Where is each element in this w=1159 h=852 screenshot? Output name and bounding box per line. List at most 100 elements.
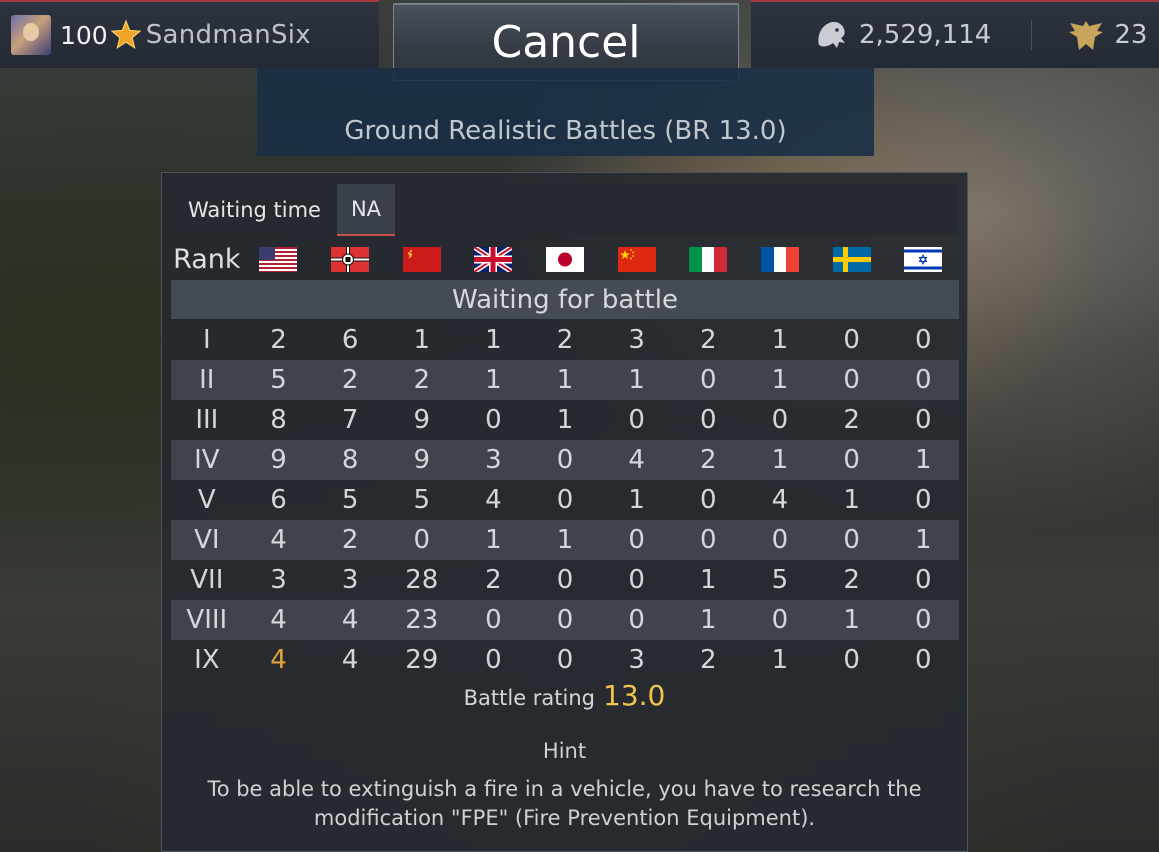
currency-bar: 2,529,114 23 (751, 0, 1159, 68)
count-cell: 2 (270, 325, 287, 355)
count-cell: 28 (405, 565, 439, 595)
count-cell: 0 (843, 525, 860, 555)
hint-title: Hint (542, 739, 587, 763)
count-cell: 1 (556, 365, 574, 395)
mode-title: Ground Realistic Battles (BR 13.0) (344, 116, 787, 146)
israel-flag-icon (904, 246, 943, 272)
rank-header: Rank (173, 243, 241, 275)
count-cell: 0 (628, 405, 645, 435)
waiting-status: Waiting for battle (171, 280, 959, 319)
count-cell: 9 (413, 405, 431, 435)
count-cell: 1 (628, 485, 645, 515)
usa-flag-icon (259, 246, 298, 272)
france-flag-icon (760, 246, 799, 272)
count-cell: 3 (341, 565, 359, 595)
count-cell: 9 (413, 445, 431, 475)
count-cell: 6 (341, 325, 359, 355)
count-cell: 0 (628, 525, 645, 555)
mode-banner: Ground Realistic Battles (BR 13.0) (257, 68, 874, 156)
rank-label: VII (190, 565, 224, 595)
count-cell: 29 (405, 645, 439, 675)
lion-icon (818, 21, 845, 48)
count-cell: 6 (270, 485, 287, 515)
count-cell: 1 (771, 365, 789, 395)
rank-label: III (195, 405, 219, 435)
table-row: V 6 5 5 4 0 1 0 4 1 0 (171, 480, 959, 520)
count-cell: 0 (485, 405, 502, 435)
table-row: VIII 4 4 23 0 0 0 1 0 1 0 (171, 600, 959, 640)
count-cell: 0 (843, 645, 860, 675)
count-cell: 2 (341, 365, 359, 395)
eagles-balance: 23 (1114, 20, 1148, 50)
tab-waiting-time[interactable]: Waiting time (171, 184, 337, 236)
count-cell: 0 (413, 525, 431, 555)
count-cell: 0 (700, 525, 717, 555)
eagle-icon (1069, 21, 1104, 50)
count-cell: 2 (341, 525, 359, 555)
ussr-flag-icon (402, 246, 441, 272)
count-cell: 0 (556, 645, 574, 675)
count-cell: 0 (843, 445, 860, 475)
count-cell: 1 (485, 325, 502, 355)
count-cell: 0 (628, 565, 645, 595)
count-cell: 0 (485, 605, 502, 635)
count-cell: 0 (628, 605, 645, 635)
count-cell: 0 (700, 485, 717, 515)
britain-flag-icon (474, 246, 513, 272)
count-cell: 0 (556, 605, 574, 635)
count-cell: 3 (270, 565, 287, 595)
battle-rating-line: Battle rating 13.0 (162, 679, 967, 712)
count-cell: 0 (485, 645, 502, 675)
star-icon (110, 19, 142, 49)
count-cell: 2 (700, 645, 717, 675)
count-cell: 1 (843, 485, 860, 515)
count-cell-highlighted: 4 (270, 645, 287, 675)
queue-panel: Waiting time NA Rank Waiting for battle … (161, 172, 968, 852)
count-cell: 9 (270, 445, 287, 475)
rank-label: VIII (186, 605, 228, 635)
count-cell: 1 (771, 325, 789, 355)
count-cell: 2 (700, 325, 717, 355)
sweden-flag-icon (832, 246, 871, 272)
count-cell: 0 (771, 605, 789, 635)
china-flag-icon (617, 246, 656, 272)
count-cell: 0 (914, 485, 932, 515)
count-cell: 2 (556, 325, 574, 355)
rank-label: V (197, 485, 216, 515)
japan-flag-icon (546, 246, 585, 272)
count-cell: 1 (771, 445, 789, 475)
count-cell: 1 (843, 605, 860, 635)
count-cell: 1 (556, 525, 574, 555)
nations-header: Rank (171, 241, 959, 277)
avatar[interactable] (11, 15, 51, 55)
count-cell: 1 (628, 365, 645, 395)
count-cell: 0 (843, 325, 860, 355)
username[interactable]: SandmanSix (146, 20, 311, 50)
count-cell: 0 (914, 605, 932, 635)
count-cell: 0 (914, 325, 932, 355)
tab-na[interactable]: NA (336, 184, 396, 236)
count-cell: 4 (270, 525, 287, 555)
count-cell: 1 (413, 325, 431, 355)
count-cell: 2 (485, 565, 502, 595)
rank-label: II (199, 365, 215, 395)
player-bar: 100 SandmanSix (0, 0, 379, 68)
count-cell: 1 (914, 445, 932, 475)
table-row: II 5 2 2 1 1 1 0 1 0 0 (171, 360, 959, 400)
count-cell: 4 (270, 605, 287, 635)
count-cell: 4 (341, 605, 359, 635)
count-cell: 0 (914, 565, 932, 595)
table-row: VI 4 2 0 1 1 0 0 0 0 1 (171, 520, 959, 560)
count-cell: 1 (700, 565, 717, 595)
italy-flag-icon (689, 246, 728, 272)
table-row: IV 9 8 9 3 0 4 2 1 0 1 (171, 440, 959, 480)
rank-label: I (202, 325, 211, 355)
count-cell: 0 (914, 365, 932, 395)
count-cell: 1 (700, 605, 717, 635)
count-cell: 0 (914, 405, 932, 435)
count-cell: 5 (270, 365, 287, 395)
queue-table: I 2 6 1 1 2 3 2 1 0 0 II 5 2 2 1 1 1 0 1… (171, 320, 959, 680)
table-row: III 8 7 9 0 1 0 0 0 2 0 (171, 400, 959, 440)
count-cell: 23 (405, 605, 439, 635)
count-cell: 0 (843, 365, 860, 395)
